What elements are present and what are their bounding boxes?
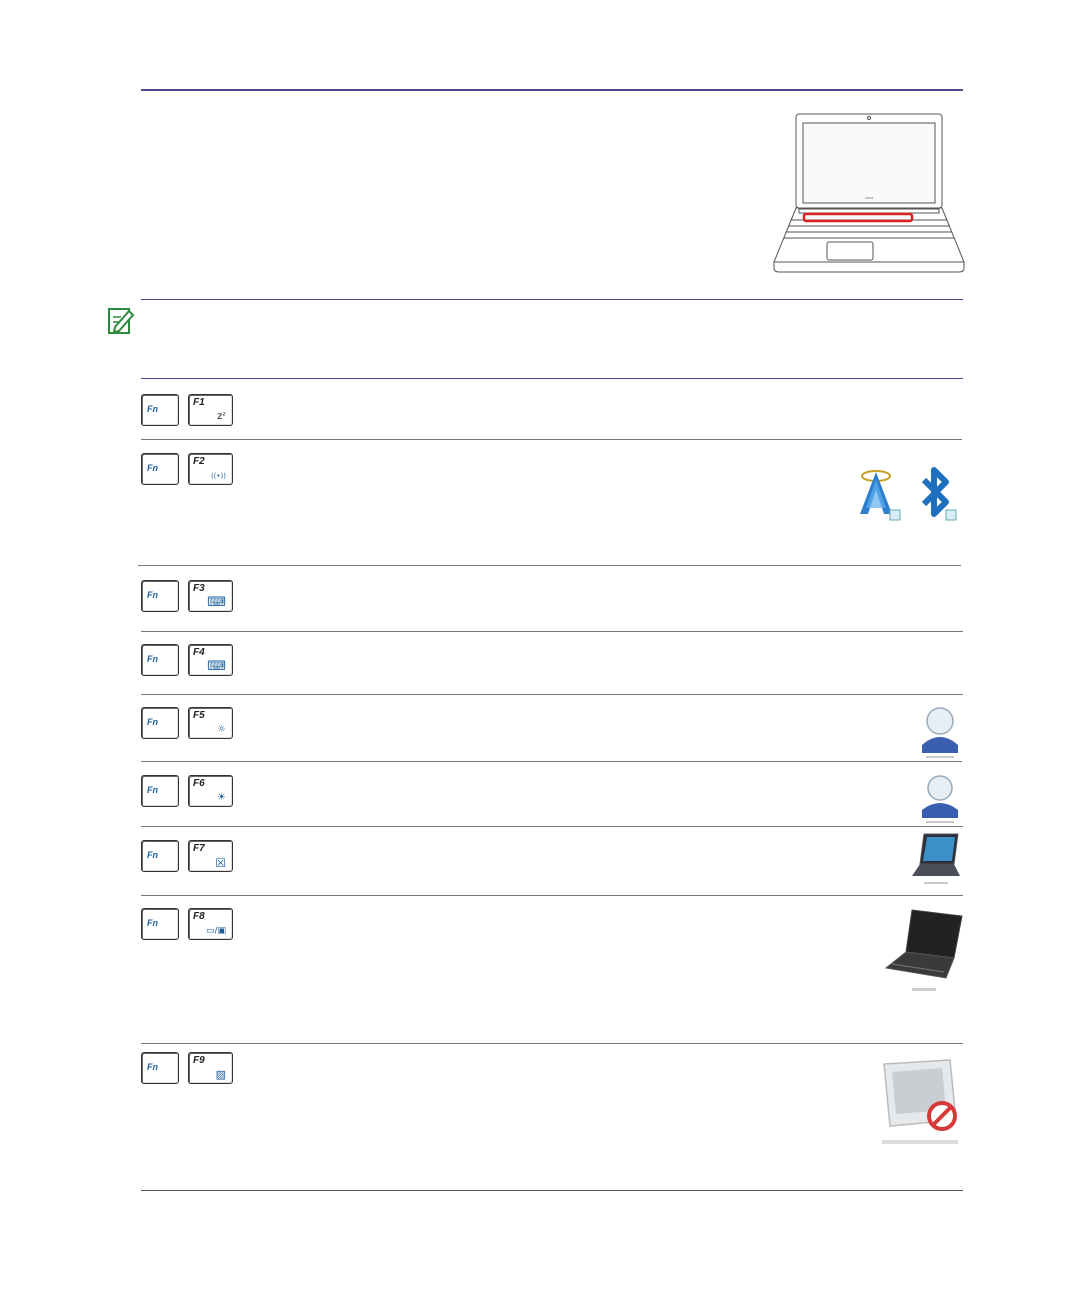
keyboard-backlight-up-icon: ⌨: [207, 659, 226, 674]
keyboard-backlight-down-icon: ⌨: [207, 595, 226, 610]
note-bottom-rule: [141, 378, 963, 379]
bluetooth-osd-icon: [921, 467, 957, 521]
svg-text:ASUS: ASUS: [865, 196, 873, 200]
fn-key: Fn: [141, 580, 179, 612]
display-toggle-osd-icon: [884, 909, 963, 991]
row-divider: [141, 631, 963, 632]
brightness-up-icon: ☀: [217, 792, 226, 803]
fn-key: Fn: [141, 707, 179, 739]
row-divider: [141, 826, 963, 827]
f8-key: F8 ▭/▣: [188, 908, 233, 940]
display-toggle-icon: ▭/▣: [205, 926, 226, 936]
row-divider: [138, 565, 961, 566]
key-combo-fn-f8: Fn F8 ▭/▣: [141, 908, 236, 942]
row-divider: [141, 1043, 963, 1044]
key-combo-fn-f2: Fn F2 ((•)): [141, 453, 236, 487]
f7-key: F7 ☒: [188, 840, 233, 872]
header-rule: [141, 89, 963, 91]
touchpad-icon: ▨: [215, 1068, 226, 1081]
wireless-lan-osd-icon: [860, 470, 901, 521]
key-combo-fn-f9: Fn F9 ▨: [141, 1052, 236, 1086]
laptop-illustration: ASUS: [773, 113, 965, 273]
note-pencil-icon: [108, 308, 135, 334]
f1-key: F1 zᶻ: [188, 394, 233, 426]
touchpad-disable-osd-icon: [882, 1059, 958, 1144]
key-combo-fn-f1: Fn F1 zᶻ: [141, 394, 236, 428]
f5-key: F5 ☼: [188, 707, 233, 739]
row-divider: [141, 895, 963, 896]
f3-key: F3 ⌨: [188, 580, 233, 612]
key-combo-fn-f4: Fn F4 ⌨: [141, 644, 236, 678]
f4-key: F4 ⌨: [188, 644, 233, 676]
key-combo-fn-f6: Fn F6 ☀: [141, 775, 236, 809]
row-divider: [141, 761, 962, 762]
wireless-antenna-icon: ((•)): [210, 472, 226, 480]
zz-sleep-icon: zᶻ: [217, 411, 226, 422]
fn-key: Fn: [141, 644, 179, 676]
f2-key: F2 ((•)): [188, 453, 233, 485]
f9-key: F9 ▨: [188, 1052, 233, 1084]
fn-key: Fn: [141, 394, 179, 426]
f6-key: F6 ☀: [188, 775, 233, 807]
fn-key: Fn: [141, 453, 179, 485]
key-combo-fn-f7: Fn F7 ☒: [141, 840, 236, 874]
fn-key: Fn: [141, 775, 179, 807]
note-top-rule: [141, 299, 963, 300]
key-combo-fn-f5: Fn F5 ☼: [141, 707, 236, 741]
lcd-off-osd-icon: [912, 833, 960, 884]
brightness-down-icon: ☼: [217, 724, 226, 735]
brightness-down-osd-icon: [922, 707, 958, 758]
key-combo-fn-f3: Fn F3 ⌨: [141, 580, 236, 614]
fn-key: Fn: [141, 1052, 179, 1084]
brightness-up-osd-icon: [922, 775, 958, 823]
fn-key: Fn: [141, 908, 179, 940]
row-divider: [141, 694, 963, 695]
lcd-off-icon: ☒: [215, 856, 226, 870]
fn-key: Fn: [141, 840, 179, 872]
footer-rule: [141, 1190, 963, 1191]
row-divider: [141, 439, 962, 440]
